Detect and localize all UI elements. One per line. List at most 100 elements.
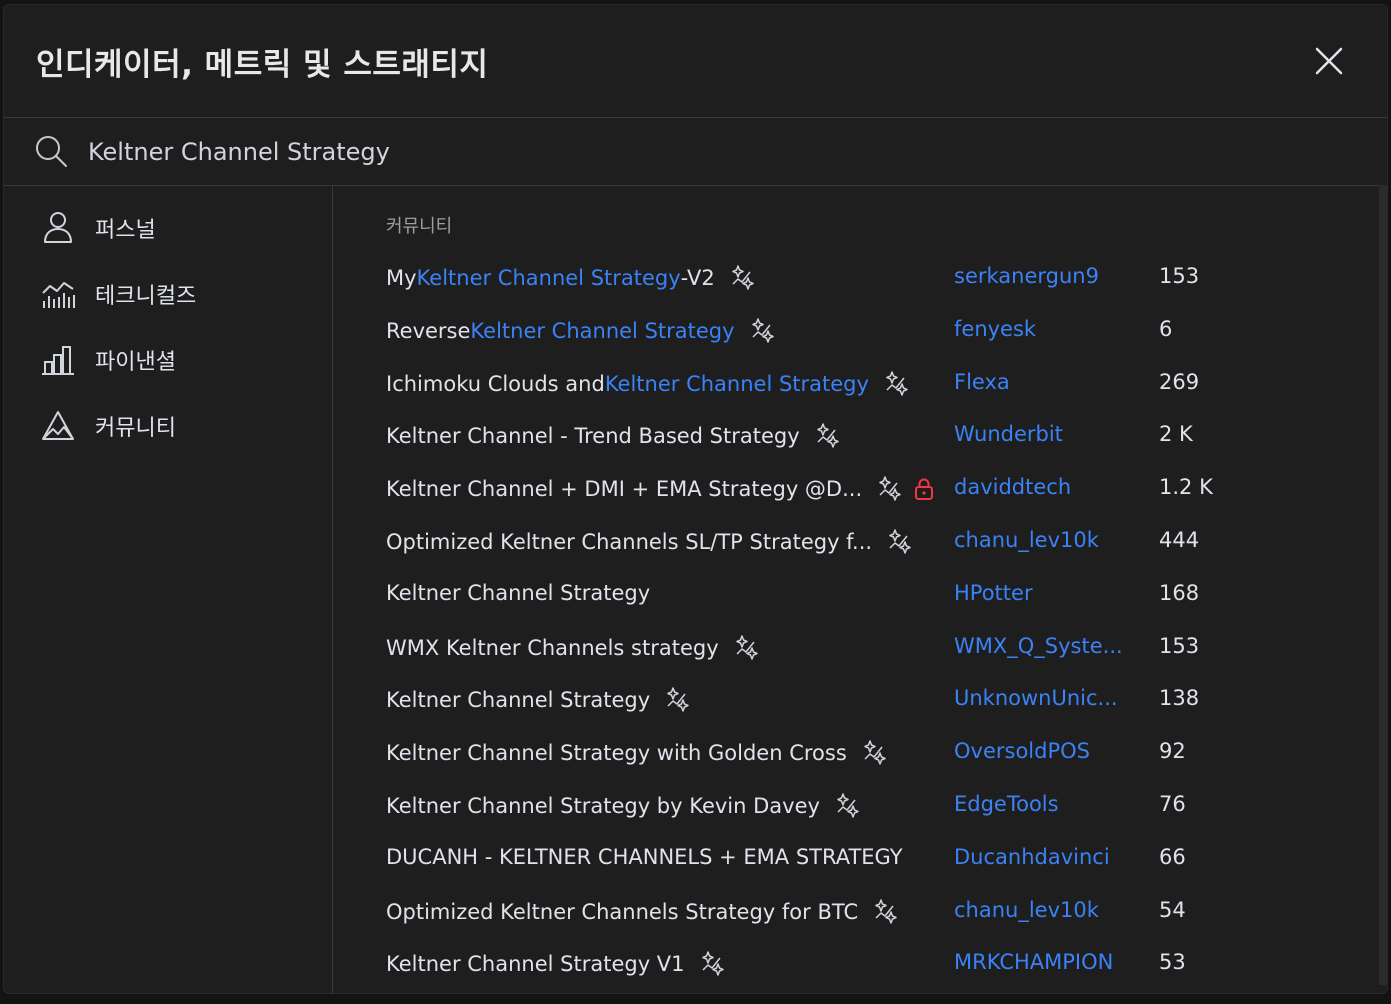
user-icon <box>44 212 72 243</box>
close-icon <box>1315 47 1343 75</box>
result-name-text: Keltner Channel Strategy <box>386 688 651 713</box>
results-panel: 커뮤니티 My Keltner Channel Strategy -V2 serk… <box>333 185 1387 993</box>
result-row[interactable]: Keltner Channel Strategy HPotter 168 <box>333 572 1373 620</box>
result-author[interactable]: WMX_Q_Syste... <box>954 634 1123 658</box>
result-row[interactable]: Optimized Keltner Channels Strategy for … <box>333 889 1373 937</box>
result-name: Ichimoku Clouds and Keltner Channel Stra… <box>386 370 909 398</box>
category-sidebar: 퍼스널 테크니컬즈 파이낸셜 커뮤니티 <box>4 185 333 993</box>
result-name-text: Keltner Channel - Trend Based Strategy <box>386 424 800 449</box>
result-boosts: 269 <box>1159 369 1200 394</box>
result-boosts: 168 <box>1159 580 1200 605</box>
sidebar-item-technicals[interactable]: 테크니컬즈 <box>4 265 332 321</box>
result-boosts: 444 <box>1159 528 1200 552</box>
strategy-icon <box>735 634 758 660</box>
strategy-icon <box>875 898 897 924</box>
search-input[interactable] <box>86 128 1340 176</box>
result-author[interactable]: Flexa <box>954 370 1010 394</box>
strategy-icon <box>837 793 859 818</box>
result-name: Keltner Channel Strategy <box>386 686 690 714</box>
result-name: Keltner Channel Strategy V1 <box>386 950 725 978</box>
sidebar-item-label: 퍼스널 <box>95 218 156 243</box>
result-name: Keltner Channel Strategy with Golden Cro… <box>386 739 887 767</box>
search-icon <box>36 136 67 167</box>
result-name-text: WMX Keltner Channels strategy <box>386 635 719 660</box>
result-row[interactable]: Keltner Channel Strategy V1 MRKCHAMPION … <box>333 941 1373 989</box>
result-author[interactable]: fenyesk <box>954 317 1036 341</box>
result-name: DUCANH - KELTNER CHANNELS + EMA STRATEGY <box>386 845 903 869</box>
result-name: Keltner Channel Strategy <box>386 581 650 605</box>
result-name: WMX Keltner Channels strategy <box>386 634 759 662</box>
result-row[interactable]: Keltner Channel Strategy with Golden Cro… <box>333 730 1373 778</box>
result-boosts: 138 <box>1159 686 1200 711</box>
result-name-text: My <box>386 266 417 290</box>
result-boosts: 76 <box>1159 792 1186 816</box>
result-author[interactable]: Wunderbit <box>954 422 1063 446</box>
result-name-text: Keltner Channel Strategy with Golden Cro… <box>386 741 847 766</box>
indicators-dialog: 인디케이터, 메트릭 및 스트래티지 퍼스널 <box>3 4 1388 994</box>
result-row[interactable]: My Keltner Channel Strategy -V2 serkanerg… <box>333 255 1373 303</box>
result-author[interactable]: MRKCHAMPION <box>954 950 1113 974</box>
result-row[interactable]: DUCANH - KELTNER CHANNELS + EMA STRATEGY… <box>333 836 1373 884</box>
strategy-icon <box>864 740 886 765</box>
result-boosts: 1.2 K <box>1159 475 1213 500</box>
sidebar-item-personal[interactable]: 퍼스널 <box>4 199 332 255</box>
section-title: 커뮤니티 <box>386 216 453 237</box>
sidebar-item-financials[interactable]: 파이낸셜 <box>4 331 332 387</box>
result-author[interactable]: UnknownUnic... <box>954 686 1118 710</box>
bar-chart-icon <box>42 346 74 375</box>
technicals-icon <box>42 282 75 308</box>
sidebar-item-label: 테크니컬즈 <box>95 284 197 309</box>
result-boosts: 66 <box>1159 844 1186 869</box>
result-row[interactable]: Keltner Channel Strategy by Kevin Davey … <box>333 783 1373 831</box>
result-name-match: Keltner Channel Strategy <box>416 266 681 290</box>
result-author[interactable]: serkanergun9 <box>954 264 1099 288</box>
sidebar-item-community[interactable]: 커뮤니티 <box>4 397 332 453</box>
result-name-suffix: -V2 <box>680 266 715 290</box>
sidebar-item-label: 커뮤니티 <box>95 416 176 441</box>
result-name-text: Keltner Channel Strategy by Kevin Davey <box>386 794 820 818</box>
result-author[interactable]: chanu_lev10k <box>954 898 1099 922</box>
close-button[interactable] <box>1311 43 1347 79</box>
strategy-icon <box>886 370 908 396</box>
sidebar-item-label: 파이낸셜 <box>95 350 176 375</box>
result-row[interactable]: WMX Keltner Channels strategy WMX_Q_Syst… <box>333 625 1373 673</box>
result-name: Optimized Keltner Channels Strategy for … <box>386 898 898 926</box>
result-boosts: 2 K <box>1159 422 1193 447</box>
result-boosts: 153 <box>1159 633 1200 658</box>
dialog-header: 인디케이터, 메트릭 및 스트래티지 <box>4 5 1387 117</box>
result-name-text: DUCANH - KELTNER CHANNELS + EMA STRATEGY <box>386 844 903 869</box>
result-row[interactable]: Keltner Channel + DMI + EMA Strategy @D.… <box>333 466 1373 514</box>
scrollbar[interactable] <box>1379 185 1387 985</box>
result-row[interactable]: Reverse Keltner Channel Strategy fenyesk… <box>333 308 1373 356</box>
result-author[interactable]: OversoldPOS <box>954 739 1090 763</box>
result-author[interactable]: Ducanhdavinci <box>954 845 1110 869</box>
search-bar <box>4 117 1387 186</box>
result-name-text: Optimized Keltner Channels SL/TP Strateg… <box>386 530 873 554</box>
result-name-text: Keltner Channel Strategy <box>386 580 651 605</box>
result-name-match: Keltner Channel Strategy <box>604 371 869 396</box>
strategy-icon <box>889 529 911 554</box>
result-author[interactable]: HPotter <box>954 581 1033 605</box>
result-author[interactable]: EdgeTools <box>954 792 1059 816</box>
result-boosts: 92 <box>1159 739 1186 764</box>
result-name-text: Optimized Keltner Channels Strategy for … <box>386 899 859 924</box>
result-name-text: Reverse <box>386 318 471 343</box>
result-row[interactable]: Optimized Keltner Channels SL/TP Strateg… <box>333 519 1373 567</box>
result-name-match: Keltner Channel Strategy <box>470 318 735 343</box>
result-name: Optimized Keltner Channels SL/TP Strateg… <box>386 528 912 556</box>
result-row[interactable]: Keltner Channel - Trend Based Strategy W… <box>333 413 1373 461</box>
strategy-icon <box>732 265 754 290</box>
result-row[interactable]: Ichimoku Clouds and Keltner Channel Stra… <box>333 361 1373 409</box>
result-author[interactable]: daviddtech <box>954 475 1071 499</box>
result-author[interactable]: chanu_lev10k <box>954 528 1099 552</box>
result-name-text: Keltner Channel + DMI + EMA Strategy @D.… <box>386 477 863 502</box>
result-row[interactable]: Keltner Channel Strategy UnknownUnic... … <box>333 677 1373 725</box>
result-boosts: 153 <box>1159 264 1200 288</box>
result-name: Keltner Channel Strategy by Kevin Davey <box>386 792 860 820</box>
result-boosts: 6 <box>1159 316 1173 341</box>
lock-icon <box>915 478 934 501</box>
result-name-text: Ichimoku Clouds and <box>386 371 605 396</box>
result-name: Keltner Channel + DMI + EMA Strategy @D.… <box>386 475 934 503</box>
result-name: My Keltner Channel Strategy -V2 <box>386 264 755 292</box>
dialog-title: 인디케이터, 메트릭 및 스트래티지 <box>36 47 489 83</box>
